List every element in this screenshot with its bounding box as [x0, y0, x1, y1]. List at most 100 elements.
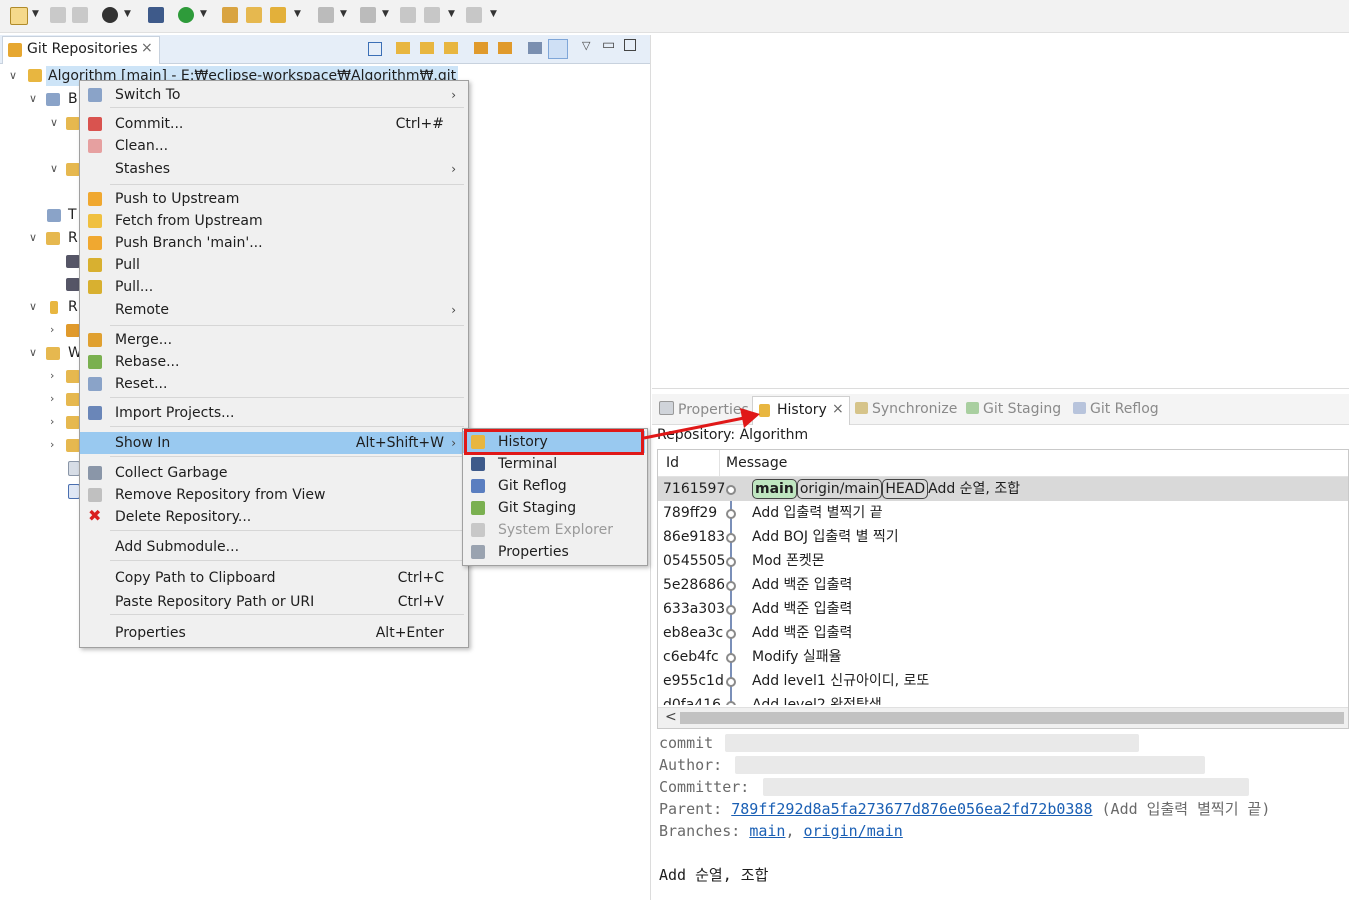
- expand-chevron-icon[interactable]: ∨: [29, 343, 37, 363]
- expand-chevron-icon[interactable]: ›: [50, 412, 54, 432]
- menu-item-pull[interactable]: Pull: [80, 254, 466, 276]
- expand-chevron-icon[interactable]: ›: [50, 320, 54, 340]
- tab-synchronize[interactable]: Synchronize: [855, 401, 957, 417]
- expand-chevron-icon[interactable]: ∨: [9, 66, 17, 86]
- tab-git-staging[interactable]: Git Staging: [966, 401, 1061, 417]
- scroll-left-icon[interactable]: <: [665, 709, 677, 725]
- menu-item-pull[interactable]: Pull...: [80, 276, 466, 298]
- menu-item-remove-repository-from-view[interactable]: Remove Repository from View: [80, 484, 466, 506]
- run-dropdown-arrow[interactable]: ▼: [200, 9, 207, 19]
- open-type-icon[interactable]: [222, 7, 238, 23]
- scrollbar-thumb[interactable]: [680, 712, 1344, 724]
- menu-item-add-submodule[interactable]: Add Submodule...: [80, 536, 466, 558]
- prev-annotation-dropdown-arrow[interactable]: ▼: [382, 9, 389, 19]
- menu-item-collect-garbage[interactable]: Collect Garbage: [80, 462, 466, 484]
- collapse-all-icon[interactable]: [368, 42, 382, 56]
- clone-repo-icon[interactable]: [420, 42, 434, 54]
- expand-chevron-icon[interactable]: ∨: [50, 159, 58, 179]
- horizontal-scrollbar[interactable]: <: [658, 707, 1348, 728]
- menu-item-reset[interactable]: Reset...: [80, 373, 466, 395]
- expand-chevron-icon[interactable]: ›: [50, 435, 54, 455]
- expand-chevron-icon[interactable]: ∨: [29, 89, 37, 109]
- pen-dropdown-arrow[interactable]: ▼: [294, 9, 301, 19]
- push-icon: [88, 192, 102, 206]
- close-icon[interactable]: ×: [141, 40, 153, 56]
- table-row[interactable]: 7161597 main origin/main HEAD Add 순열, 조합: [658, 477, 1348, 501]
- table-row[interactable]: 5e28686 Add 백준 입출력: [658, 573, 1348, 597]
- last-edit-icon[interactable]: [400, 7, 416, 23]
- table-row[interactable]: 86e9183 Add BOJ 입출력 별 찍기: [658, 525, 1348, 549]
- tab-git-reflog[interactable]: Git Reflog: [1073, 401, 1159, 417]
- menu-item-paste-repository-path-or-uri[interactable]: Paste Repository Path or URI Ctrl+V: [80, 591, 466, 613]
- ref-icon: [66, 278, 80, 291]
- next-annotation-icon[interactable]: [318, 7, 334, 23]
- branch-origin-main-link[interactable]: origin/main: [804, 822, 903, 840]
- add-repo-icon[interactable]: [444, 42, 458, 54]
- table-row[interactable]: 789ff29 Add 입출력 별찍기 끝: [658, 501, 1348, 525]
- refresh-icon[interactable]: [474, 42, 488, 54]
- menu-item-push-branch-main[interactable]: Push Branch 'main'...: [80, 232, 466, 254]
- new-dropdown-arrow[interactable]: ▼: [32, 9, 39, 19]
- menu-item-label: Copy Path to Clipboard: [115, 570, 276, 586]
- sync-icon[interactable]: [498, 42, 512, 54]
- pen-icon[interactable]: [270, 7, 286, 23]
- menu-item-rebase[interactable]: Rebase...: [80, 351, 466, 373]
- menu-item-push-to-upstream[interactable]: Push to Upstream: [80, 188, 466, 210]
- forward-dropdown-arrow[interactable]: ▼: [490, 9, 497, 19]
- maximize-icon[interactable]: [624, 39, 636, 51]
- history-table[interactable]: Id Message 7161597 main origin/main HEAD Add…: [657, 449, 1349, 729]
- menu-item-clean[interactable]: Clean...: [80, 135, 466, 157]
- expand-chevron-icon[interactable]: ∨: [29, 228, 37, 248]
- menu-item-fetch-from-upstream[interactable]: Fetch from Upstream: [80, 210, 466, 232]
- menu-item-merge[interactable]: Merge...: [80, 329, 466, 351]
- profile-icon[interactable]: [102, 7, 118, 23]
- back-icon[interactable]: [424, 7, 440, 23]
- committer-label: Committer:: [659, 778, 750, 796]
- table-row[interactable]: c6eb4fc Modify 실패율: [658, 645, 1348, 669]
- profile-dropdown-arrow[interactable]: ▼: [124, 9, 131, 19]
- link-editor-icon[interactable]: [396, 42, 410, 54]
- menu-item-commit[interactable]: Commit... Ctrl+#: [80, 113, 466, 135]
- table-row[interactable]: eb8ea3c Add 백준 입출력: [658, 621, 1348, 645]
- menu-item-copy-path-to-clipboard[interactable]: Copy Path to Clipboard Ctrl+C: [80, 567, 466, 589]
- submenu-item-git-staging[interactable]: Git Staging: [463, 497, 645, 519]
- submenu-item-properties[interactable]: Properties: [463, 541, 645, 563]
- submenu-item-terminal[interactable]: Terminal: [463, 453, 645, 475]
- hierarchical-icon[interactable]: [528, 42, 542, 54]
- expand-chevron-icon[interactable]: ›: [50, 389, 54, 409]
- menu-item-delete-repository[interactable]: ✖ Delete Repository...: [80, 506, 466, 528]
- view-menu-icon[interactable]: ▽: [582, 39, 590, 52]
- next-annotation-dropdown-arrow[interactable]: ▼: [340, 9, 347, 19]
- branch-main-link[interactable]: main: [749, 822, 785, 840]
- menu-item-remote[interactable]: Remote ›: [80, 299, 466, 321]
- close-icon[interactable]: ×: [832, 401, 844, 417]
- new-icon[interactable]: [10, 7, 28, 25]
- terminal-toolbar-icon[interactable]: [148, 7, 164, 23]
- back-dropdown-arrow[interactable]: ▼: [448, 9, 455, 19]
- expand-chevron-icon[interactable]: ∨: [29, 297, 37, 317]
- menu-item-switch-to[interactable]: Switch To ›: [80, 84, 466, 106]
- column-header-id[interactable]: Id: [666, 455, 679, 471]
- column-header-message[interactable]: Message: [726, 455, 787, 471]
- menu-item-stashes[interactable]: Stashes ›: [80, 158, 466, 180]
- expand-chevron-icon[interactable]: ∨: [50, 113, 58, 133]
- save-icon[interactable]: [50, 7, 66, 23]
- minimize-icon[interactable]: ▭: [602, 37, 615, 53]
- table-row[interactable]: d0fa416 Add level2 완전탐색: [658, 693, 1348, 705]
- open-folder-icon[interactable]: [246, 7, 262, 23]
- run-icon[interactable]: [178, 7, 194, 23]
- save-all-icon[interactable]: [72, 7, 88, 23]
- forward-icon[interactable]: [466, 7, 482, 23]
- menu-item-show-in[interactable]: Show In Alt+Shift+W ›: [80, 432, 466, 454]
- expand-chevron-icon[interactable]: ›: [50, 366, 54, 386]
- table-row[interactable]: e955c1d Add level1 신규아이디, 로또: [658, 669, 1348, 693]
- tab-git-repositories[interactable]: Git Repositories ×: [2, 36, 160, 64]
- menu-item-import-projects[interactable]: Import Projects...: [80, 402, 466, 424]
- submenu-item-git-reflog[interactable]: Git Reflog: [463, 475, 645, 497]
- filter-icon[interactable]: [548, 39, 568, 59]
- table-row[interactable]: 633a303 Add 백준 입출력: [658, 597, 1348, 621]
- parent-hash-link[interactable]: 789ff292d8a5fa273677d876e056ea2fd72b0388: [731, 800, 1092, 818]
- prev-annotation-icon[interactable]: [360, 7, 376, 23]
- menu-item-properties[interactable]: Properties Alt+Enter: [80, 622, 466, 644]
- table-row[interactable]: 0545505 Mod 폰켓몬: [658, 549, 1348, 573]
